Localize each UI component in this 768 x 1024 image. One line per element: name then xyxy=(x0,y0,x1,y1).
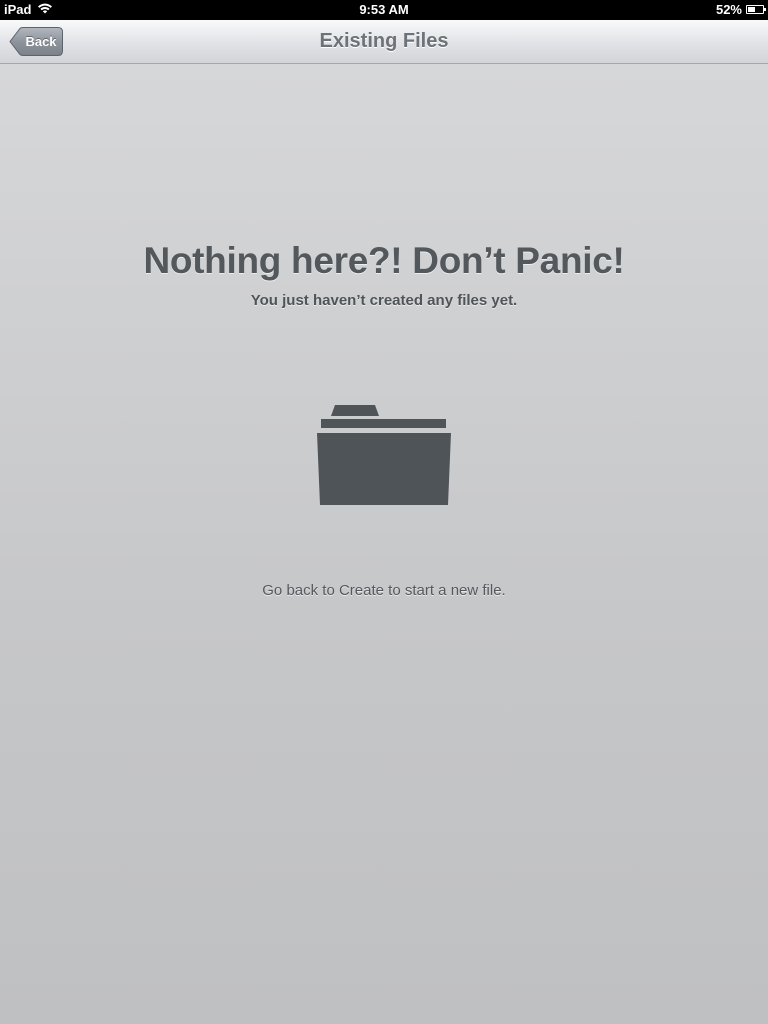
empty-state-headline: Nothing here?! Don’t Panic! xyxy=(143,240,625,281)
empty-state-subhead: You just haven’t created any files yet. xyxy=(250,292,518,309)
navigation-bar: Existing Files Back xyxy=(0,20,768,64)
screen: iPad 9:53 AM 52% Existing Files Back Not… xyxy=(0,0,768,1024)
page-title: Existing Files xyxy=(319,30,449,52)
battery-level xyxy=(748,7,755,12)
status-time: 9:53 AM xyxy=(359,2,409,17)
battery-icon xyxy=(746,5,766,14)
back-button-label: Back xyxy=(25,34,57,49)
empty-state-hint: Go back to Create to start a new file. xyxy=(262,582,506,599)
folder-icon xyxy=(315,403,453,507)
status-bar: iPad 9:53 AM 52% xyxy=(0,0,768,20)
status-right: 52% xyxy=(715,2,766,17)
back-button[interactable]: Back xyxy=(9,27,63,56)
battery-percent: 52% xyxy=(715,2,742,17)
